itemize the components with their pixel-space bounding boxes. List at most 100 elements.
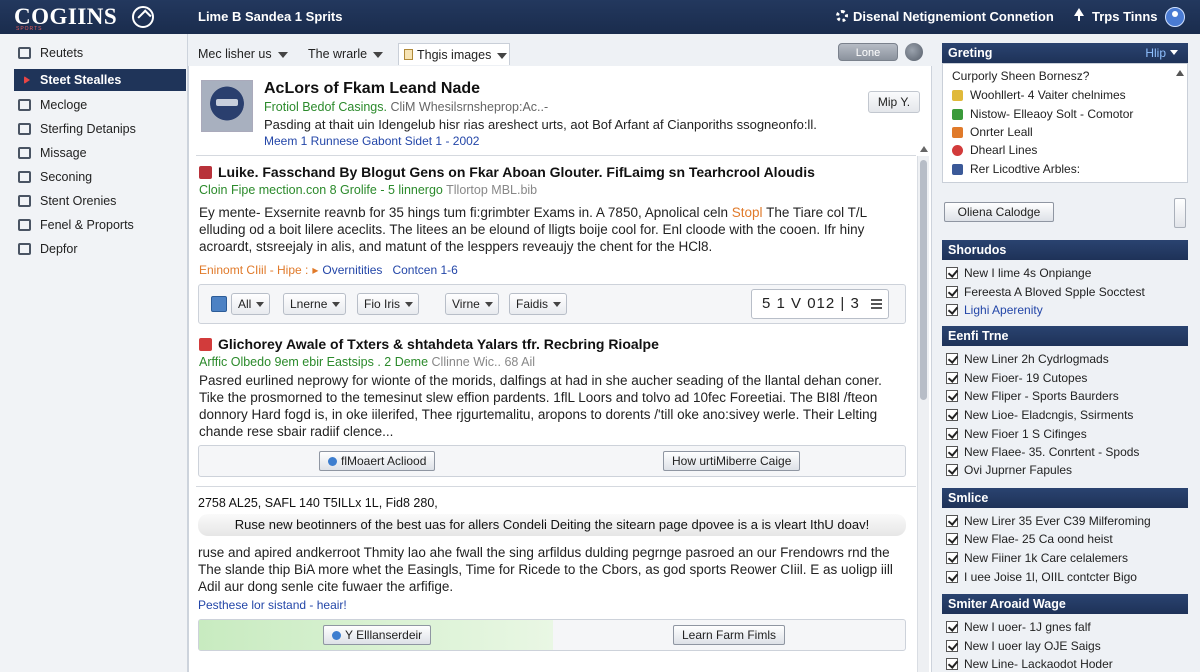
checkbox-item[interactable]: New Fioer- 19 Cutopes: [946, 371, 1087, 385]
menu-icon[interactable]: [871, 299, 882, 309]
checkbox-item[interactable]: New I lime 4s Onpiange: [946, 266, 1091, 280]
result-secondary-button[interactable]: Learn Farm Fimls: [673, 625, 786, 645]
checkbox-checked[interactable]: [946, 286, 958, 298]
result-link[interactable]: Contcen 1-6: [392, 263, 457, 277]
header-meta[interactable]: Meem 1 Runnese Gabont Sidet 1 - 2002: [264, 134, 479, 148]
scrollbar-thumb[interactable]: [920, 160, 927, 400]
chevron-down-icon: [497, 53, 508, 59]
scrollbar[interactable]: [917, 146, 929, 672]
checkbox-checked[interactable]: [946, 267, 958, 279]
scroll-up-icon[interactable]: [1176, 70, 1184, 76]
result-link[interactable]: Overnitities: [322, 263, 382, 277]
oliena-calodge-button[interactable]: Oliena Calodge: [944, 202, 1054, 222]
checkbox-checked[interactable]: [946, 446, 958, 458]
checkbox-item[interactable]: Ovi Juprner Fapules: [946, 463, 1072, 477]
circle-icon: [328, 457, 337, 466]
filter-label: All: [238, 297, 252, 311]
filter-all-dropdown[interactable]: All: [231, 293, 271, 315]
sidebar-item-stent-orenies[interactable]: Stent Orenies: [14, 190, 186, 212]
header-title[interactable]: AcLors of Fkam Leand Nade: [264, 80, 480, 98]
checkbox-item[interactable]: Fereesta A Bloved Spple Socctest: [946, 285, 1145, 299]
chevron-down-icon: [256, 302, 265, 307]
checkbox-checked[interactable]: [946, 428, 958, 440]
more-link[interactable]: Pesthese lor sistand - heair!: [198, 598, 347, 612]
checkbox-item[interactable]: New I uoer lay OJE Saigs: [946, 639, 1101, 653]
tab-bar: Mec lisher us The wrarle Thgis images: [196, 40, 932, 66]
checkbox-item[interactable]: New Fioer 1 S Cifinges: [946, 427, 1087, 441]
filter-lnerne-dropdown[interactable]: Lnerne: [283, 293, 347, 315]
checkbox-checked[interactable]: [946, 390, 958, 402]
compass-icon[interactable]: [132, 6, 154, 28]
filter-label: Faidis: [516, 297, 549, 311]
checkbox-item[interactable]: Lighi Aperenity: [946, 303, 1043, 317]
checkbox-checked[interactable]: [946, 552, 958, 564]
result-secondary-button[interactable]: How urtiMiberre Caige: [663, 451, 801, 471]
checkbox-item[interactable]: I uee Joise 1l, OIIL contcter Bigo: [946, 570, 1137, 584]
sidebar-item-label: Sterfing Detanips: [40, 122, 136, 136]
filter-fio-iris-dropdown[interactable]: Fio Iris: [357, 293, 419, 315]
result-title[interactable]: Luike. Fasschand By Blogut Gens on Fkar …: [218, 164, 815, 180]
checkbox-checked[interactable]: [946, 372, 958, 384]
greeting-item[interactable]: Nistow- Elleaoy Solt - Comotor: [952, 107, 1133, 121]
checkbox-checked[interactable]: [946, 621, 958, 633]
user-avatar-icon[interactable]: [1165, 7, 1185, 27]
checkbox-label: New Fiiner 1k Care celalemers: [964, 551, 1129, 565]
help-link[interactable]: Hlip: [1145, 43, 1178, 63]
result-link[interactable]: Eninomt CIiil - Hipe :: [199, 263, 308, 277]
sidebar-item-sterfing[interactable]: Sterfing Detanips: [14, 118, 186, 140]
lone-button[interactable]: Lone: [838, 43, 898, 61]
leaf-icon: [952, 109, 963, 120]
sidebar-item-depfor[interactable]: Depfor: [14, 238, 186, 260]
header-action-button[interactable]: Mip Y.: [868, 91, 920, 113]
globe-icon[interactable]: [905, 43, 923, 61]
document-icon: [18, 243, 31, 255]
checkbox-checked[interactable]: [946, 409, 958, 421]
scroll-up-icon[interactable]: [920, 146, 928, 152]
image-icon[interactable]: [211, 296, 227, 312]
tab-the-wrarle[interactable]: The wrarle: [308, 43, 385, 65]
tab-thgis-images[interactable]: Thgis images: [398, 43, 511, 65]
checkbox-item[interactable]: New Lioe- Eladcngis, Ssirments: [946, 408, 1133, 422]
checkbox-item[interactable]: New Liner 2h Cydrlogmads: [946, 352, 1109, 366]
connection-link[interactable]: Disenal Netignemiont Connetion: [853, 9, 1054, 24]
tips-link[interactable]: Trps Tinns: [1092, 9, 1158, 24]
tab-mec-lisher[interactable]: Mec lisher us: [198, 43, 290, 65]
checkbox-item[interactable]: New Fliper - Sports Baurders: [946, 389, 1119, 403]
checkbox-checked[interactable]: [946, 533, 958, 545]
sidebar-item-label: Seconing: [40, 170, 93, 184]
result-primary-button[interactable]: Y Elllanserdeir: [323, 625, 432, 645]
greeting-item[interactable]: Woohllert- 4 Vaiter chelnimes: [952, 88, 1126, 102]
scroll-handle[interactable]: [1174, 198, 1186, 228]
checkbox-checked[interactable]: [946, 658, 958, 670]
sidebar-item-missage[interactable]: Missage: [14, 142, 186, 164]
checkbox-checked[interactable]: [946, 304, 958, 316]
sidebar-item-seconing[interactable]: Seconing: [14, 166, 186, 188]
pager-input[interactable]: 5 1 V 012 | 3: [751, 289, 889, 319]
divider: [196, 155, 916, 156]
checkbox-item[interactable]: New Flae- 25 Ca oond heist: [946, 532, 1113, 546]
checkbox-item[interactable]: New Flaee- 35. Conrtent - Spods: [946, 445, 1139, 459]
sidebar-item-steet-stealles[interactable]: Steet Stealles: [14, 69, 186, 91]
result-title[interactable]: Glichorey Awale of Txters & shtahdeta Ya…: [218, 336, 659, 352]
filter-virne-dropdown[interactable]: Virne: [445, 293, 499, 315]
checkbox-checked[interactable]: [946, 353, 958, 365]
greeting-item[interactable]: Rer Licodtive Arbles:: [952, 162, 1080, 176]
result-primary-button[interactable]: flMoaert Acliood: [319, 451, 436, 471]
greeting-item[interactable]: Dhearl Lines: [952, 143, 1037, 157]
filter-faidis-dropdown[interactable]: Faidis: [509, 293, 568, 315]
checkbox-item[interactable]: New Lirer 35 Ever C39 Milferoming: [946, 514, 1151, 528]
checkbox-checked[interactable]: [946, 515, 958, 527]
checkbox-checked[interactable]: [946, 464, 958, 476]
checkbox-checked[interactable]: [946, 640, 958, 652]
gear-icon[interactable]: [836, 10, 848, 22]
sidebar-item-label: Stent Orenies: [40, 194, 117, 208]
upload-icon[interactable]: [1074, 8, 1084, 21]
checkbox-checked[interactable]: [946, 571, 958, 583]
checkbox-item[interactable]: New I uoer- 1J gnes falf: [946, 620, 1091, 634]
checkbox-item[interactable]: New Line- Lackaodot Hoder: [946, 657, 1113, 671]
sidebar-item-mecloge[interactable]: Mecloge: [14, 94, 186, 116]
sidebar-item-fenel-proports[interactable]: Fenel & Proports: [14, 214, 186, 236]
checkbox-item[interactable]: New Fiiner 1k Care celalemers: [946, 551, 1128, 565]
greeting-item[interactable]: Onrter Leall: [952, 125, 1033, 139]
sidebar-item-reutets[interactable]: Reutets: [14, 42, 186, 64]
